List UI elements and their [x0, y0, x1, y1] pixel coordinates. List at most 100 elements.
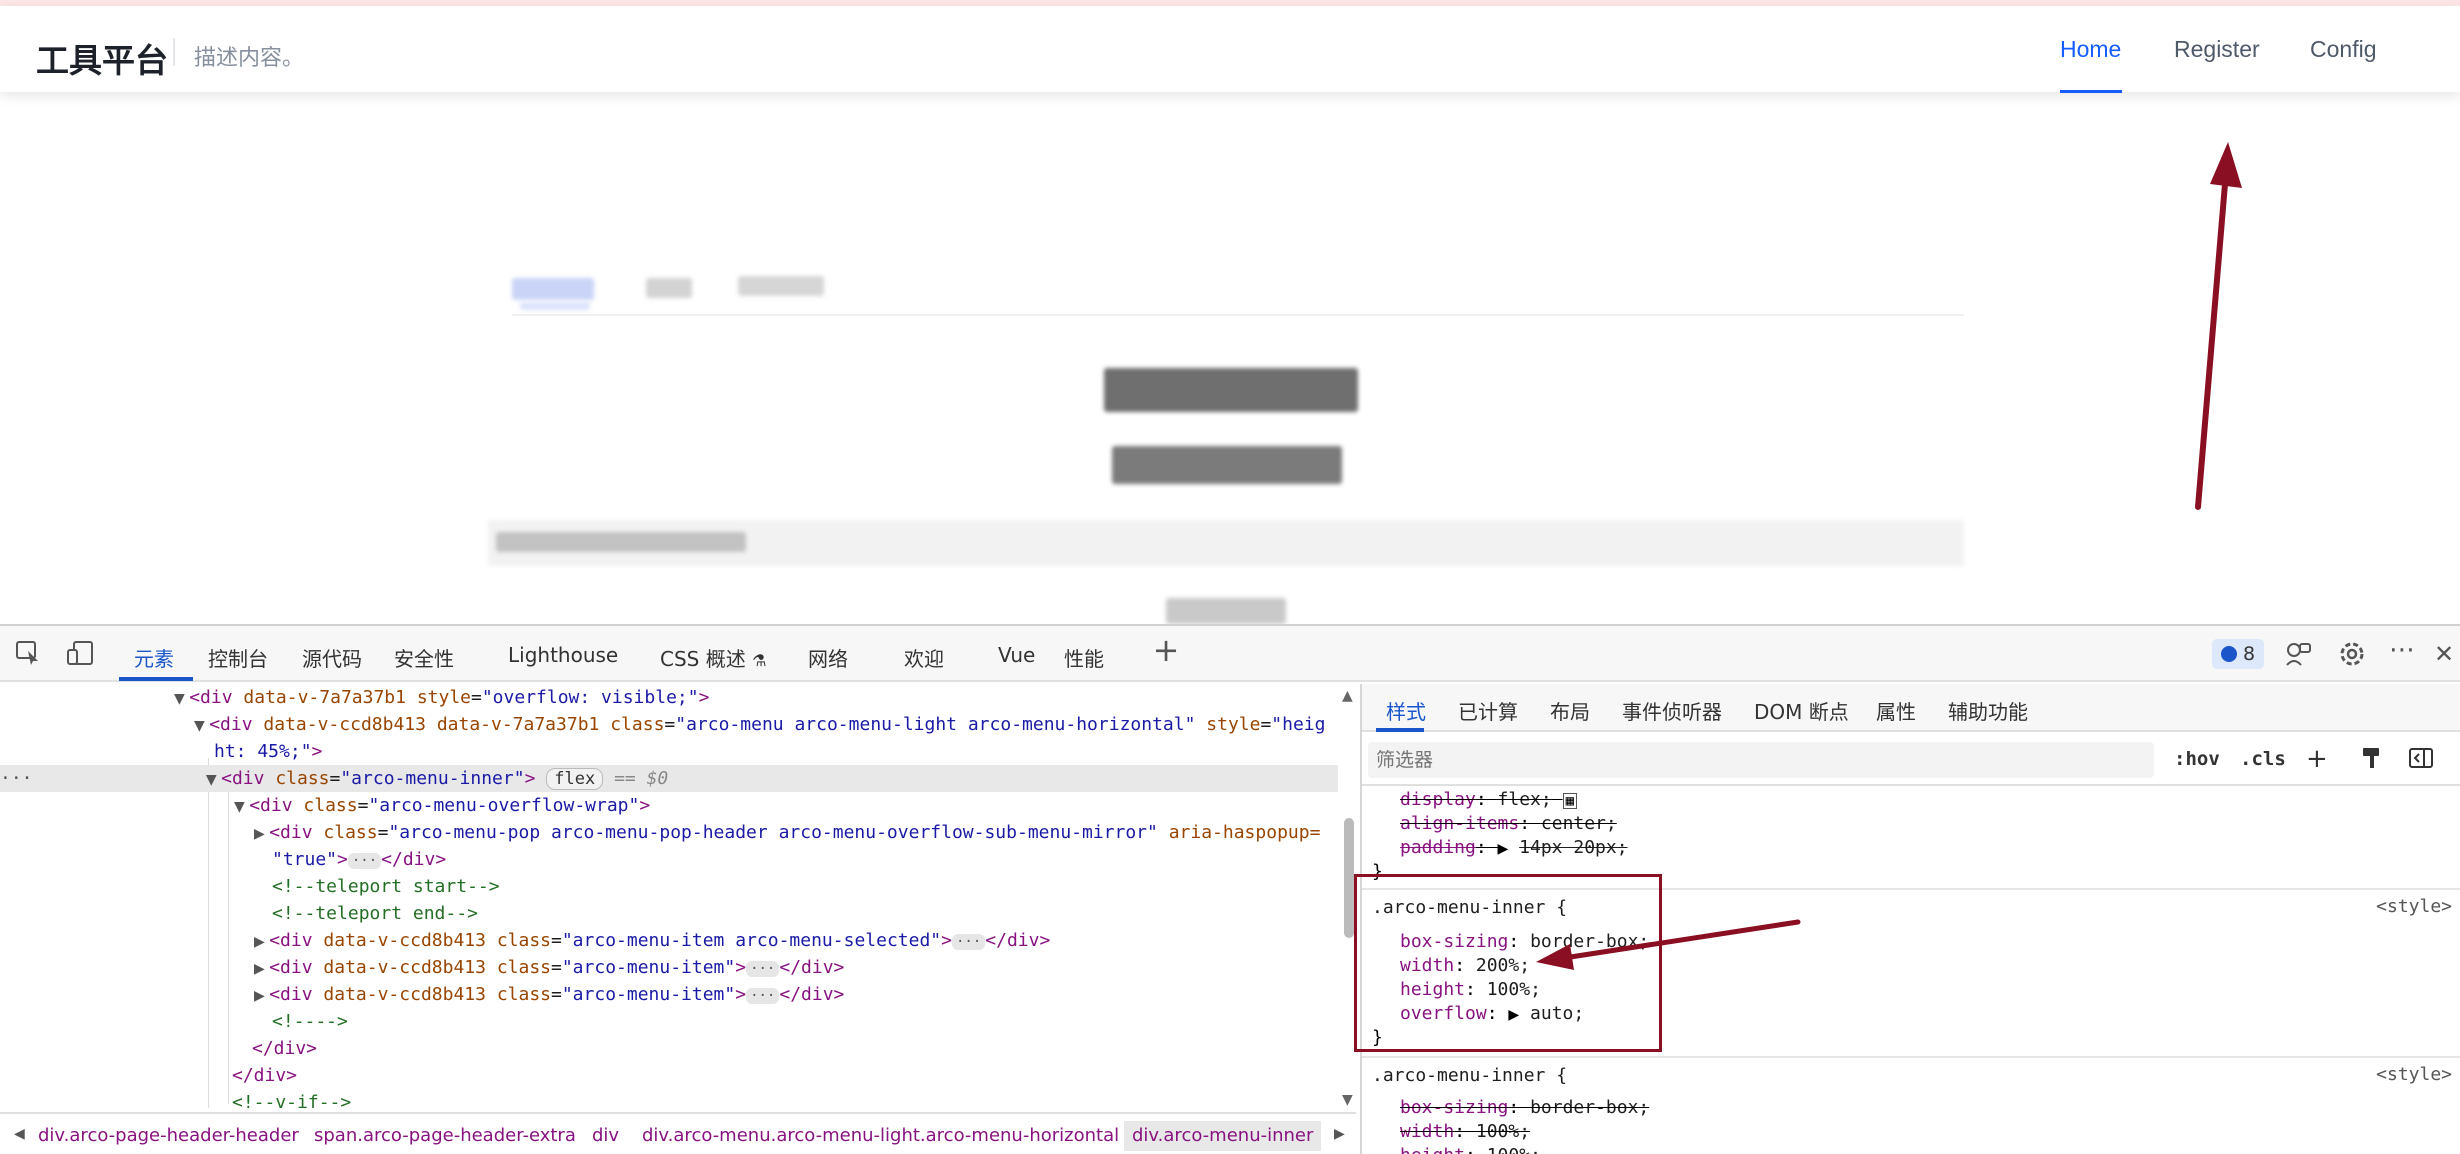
breadcrumb-item[interactable]: div.arco-page-header-header: [38, 1125, 299, 1146]
tree-node-menu-item-selected[interactable]: ▶ <div data-v-ccd8b413 class="arco-menu-…: [254, 927, 1050, 954]
styles-filter-input[interactable]: [1368, 742, 2154, 778]
new-style-rule-plus-icon[interactable]: +: [2306, 744, 2328, 774]
tab-css-overview-label: CSS 概述: [660, 647, 746, 671]
more-tabs-plus-icon[interactable]: +: [1152, 634, 1180, 666]
scrollbar-thumb[interactable]: [1344, 818, 1354, 938]
flex-badge[interactable]: flex: [546, 768, 604, 790]
feedback-people-icon[interactable]: [2284, 640, 2312, 668]
issues-count: 8: [2242, 643, 2256, 665]
inspect-element-icon[interactable]: [14, 640, 42, 668]
selected-node-marker: == $0: [614, 768, 669, 789]
nav-item-config[interactable]: Config: [2310, 36, 2376, 63]
tab-security[interactable]: 安全性: [394, 643, 454, 672]
style-declaration[interactable]: width: 100%;: [1400, 1120, 1530, 1144]
collapsed-children-icon[interactable]: ···: [746, 988, 780, 1004]
tree-node-overflow-wrap[interactable]: ▼ <div class="arco-menu-overflow-wrap">: [234, 792, 650, 819]
expand-triangle-icon[interactable]: ▼: [194, 718, 209, 734]
collapse-triangle-icon[interactable]: ▶: [254, 961, 269, 977]
expand-triangle-icon[interactable]: ▼: [174, 691, 189, 707]
tree-node-div[interactable]: ▼ <div data-v-7a7a37b1 style="overflow: …: [174, 684, 709, 711]
tab-console[interactable]: 控制台: [208, 643, 268, 672]
tree-node-menu-pop[interactable]: ▶ <div class="arco-menu-pop arco-menu-po…: [254, 819, 1320, 846]
node-actions-ellipsis-icon[interactable]: ···: [0, 768, 33, 789]
collapse-triangle-icon[interactable]: ▶: [254, 934, 269, 950]
tab-computed[interactable]: 已计算: [1458, 696, 1518, 725]
breadcrumb-item[interactable]: div.arco-menu.arco-menu-light.arco-menu-…: [642, 1125, 1119, 1146]
tree-node-selected[interactable]: ··· ▼ <div class="arco-menu-inner"> flex…: [0, 765, 1338, 792]
issues-badge[interactable]: 8: [2212, 639, 2264, 669]
rule-source-link[interactable]: <style>: [2376, 896, 2452, 917]
style-declaration[interactable]: padding: ▶ 14px 20px;: [1400, 836, 1628, 861]
tree-guide-line: [208, 758, 209, 1108]
attr-value: "overflow: visible;": [481, 687, 699, 708]
prop-name: align-items: [1400, 813, 1520, 834]
tab-vue[interactable]: Vue: [998, 643, 1035, 667]
brand-divider: [173, 38, 175, 66]
style-declaration[interactable]: align-items: center;: [1400, 812, 1617, 836]
breadcrumb-item[interactable]: div: [592, 1125, 619, 1146]
hover-state-toggle[interactable]: :hov: [2174, 748, 2220, 770]
tab-properties[interactable]: 属性: [1876, 696, 1916, 725]
expand-triangle-icon[interactable]: ▶: [1498, 841, 1509, 857]
content-divider: [512, 314, 1964, 316]
tab-lighthouse[interactable]: Lighthouse: [508, 643, 618, 667]
attr-value: "arco-menu-overflow-wrap": [368, 795, 640, 816]
comment-node[interactable]: <!--v-if-->: [232, 1089, 351, 1112]
tree-node-menu-item[interactable]: ▶ <div data-v-ccd8b413 class="arco-menu-…: [254, 954, 844, 981]
more-options-icon[interactable]: ⋯: [2388, 636, 2416, 664]
expand-triangle-icon[interactable]: ▼: [206, 772, 221, 788]
scroll-down-icon[interactable]: ▼: [1342, 1092, 1353, 1108]
collapsed-children-icon[interactable]: ···: [951, 934, 986, 950]
scroll-up-icon[interactable]: ▲: [1342, 688, 1353, 704]
tree-node-menu-item[interactable]: ▶ <div data-v-ccd8b413 class="arco-menu-…: [254, 981, 844, 1008]
tab-accessibility[interactable]: 辅助功能: [1948, 696, 2028, 725]
breadcrumb-right-icon[interactable]: ▶: [1334, 1126, 1345, 1142]
comment-node[interactable]: <!---->: [272, 1008, 348, 1035]
settings-gear-icon[interactable]: [2338, 640, 2366, 668]
paint-brush-icon[interactable]: [2360, 746, 2384, 777]
annotation-arrow-left-icon: [1536, 919, 1801, 970]
device-toolbar-icon[interactable]: [66, 640, 94, 668]
collapsed-children-icon[interactable]: ···: [746, 961, 780, 977]
collapse-triangle-icon[interactable]: ▶: [254, 988, 269, 1004]
tab-event-listeners[interactable]: 事件侦听器: [1622, 696, 1722, 725]
tab-css-overview[interactable]: CSS 概述 ⚗: [660, 643, 766, 672]
breadcrumb-left-icon[interactable]: ◀: [14, 1126, 25, 1142]
collapsed-children-icon[interactable]: ···: [347, 853, 382, 869]
devtools-toolbar: 元素 控制台 源代码 安全性 Lighthouse CSS 概述 ⚗ 网络 欢迎…: [0, 626, 2460, 682]
nav-item-home[interactable]: Home: [2060, 36, 2121, 63]
rule-selector[interactable]: .arco-menu-inner {: [1372, 1064, 1567, 1088]
closing-tag[interactable]: </div>: [252, 1035, 317, 1062]
tab-elements[interactable]: 元素: [134, 643, 174, 672]
breadcrumb-item-selected[interactable]: div.arco-menu-inner: [1124, 1121, 1322, 1151]
expand-triangle-icon[interactable]: ▼: [234, 799, 249, 815]
breadcrumb-item[interactable]: span.arco-page-header-extra: [314, 1125, 576, 1146]
style-declaration[interactable]: box-sizing: border-box;: [1400, 1096, 1649, 1120]
attr-name: data-v-ccd8b413: [263, 714, 426, 735]
collapse-triangle-icon[interactable]: ▶: [254, 826, 269, 842]
tree-guide-line: [228, 784, 229, 1104]
class-toggle[interactable]: .cls: [2240, 748, 2286, 770]
tab-layout[interactable]: 布局: [1550, 696, 1590, 725]
tab-performance[interactable]: 性能: [1064, 643, 1104, 672]
prop-value: 100%;: [1487, 1145, 1541, 1154]
style-declaration[interactable]: display: flex; ▦: [1400, 788, 1578, 812]
prop-name: display: [1400, 789, 1476, 810]
attr-value: "arco-menu arco-menu-light arco-menu-hor…: [675, 714, 1196, 735]
tree-node-arco-menu[interactable]: ▼ <div data-v-ccd8b413 data-v-7a7a37b1 c…: [194, 711, 1325, 738]
tab-styles[interactable]: 样式: [1386, 696, 1426, 725]
nav-item-register[interactable]: Register: [2174, 36, 2260, 63]
prop-value: flex;: [1497, 789, 1552, 810]
toggle-sidebar-icon[interactable]: [2408, 746, 2434, 777]
tab-sources[interactable]: 源代码: [302, 643, 362, 672]
closing-tag[interactable]: </div>: [232, 1062, 297, 1089]
flex-editor-icon[interactable]: ▦: [1562, 793, 1578, 809]
tab-network[interactable]: 网络: [808, 643, 848, 672]
close-devtools-icon[interactable]: ✕: [2430, 640, 2458, 668]
tab-welcome[interactable]: 欢迎: [904, 643, 944, 672]
comment-node[interactable]: <!--teleport end-->: [272, 900, 478, 927]
tab-dom-breakpoints[interactable]: DOM 断点: [1754, 696, 1849, 725]
comment-node[interactable]: <!--teleport start-->: [272, 873, 500, 900]
style-declaration[interactable]: height: 100%;: [1400, 1144, 1541, 1154]
rule-source-link[interactable]: <style>: [2376, 1064, 2452, 1085]
